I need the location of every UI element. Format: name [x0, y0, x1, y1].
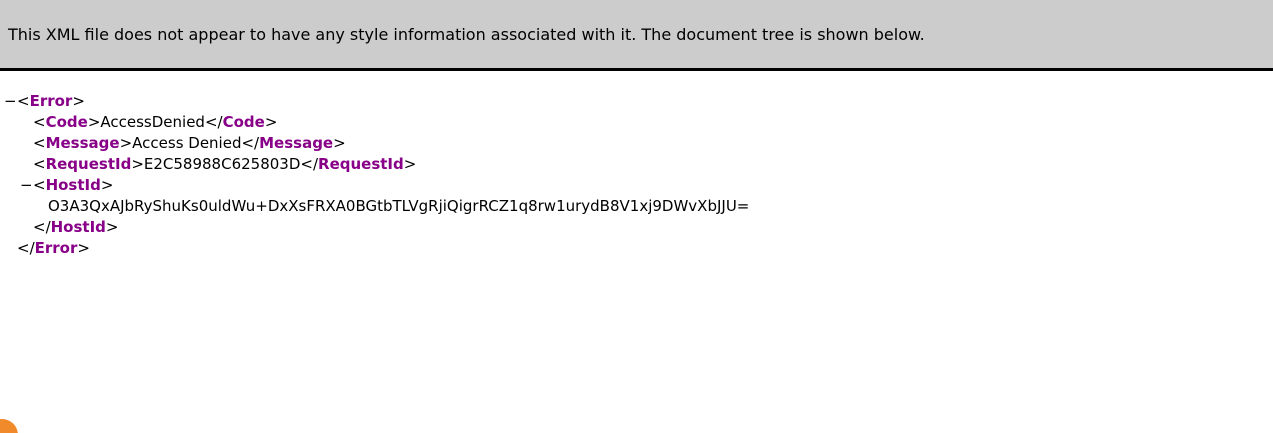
tag-name-code-close: Code	[222, 113, 265, 131]
floating-widget-icon[interactable]	[0, 419, 18, 433]
collapse-toggle-host-id[interactable]: −	[20, 175, 33, 196]
host-id-value: O3A3QxAJbRyShuKs0uldWu+DxXsFRXA0BGtbTLVg…	[48, 197, 750, 215]
request-id-value: E2C58988C625803D	[143, 155, 301, 173]
code-value: AccessDenied	[100, 113, 205, 131]
tag-name-error: Error	[29, 92, 73, 110]
tag-name-host-id-close: HostId	[50, 218, 106, 236]
tag-name-code: Code	[45, 113, 88, 131]
tag-name-request-id: RequestId	[45, 155, 132, 173]
collapse-toggle-error[interactable]: −	[4, 91, 17, 112]
message-value: Access Denied	[132, 134, 242, 152]
tag-name-message-close: Message	[259, 134, 334, 152]
banner-text: This XML file does not appear to have an…	[8, 24, 925, 44]
tag-name-error-close: Error	[34, 239, 78, 257]
xml-info-banner: This XML file does not appear to have an…	[0, 0, 1273, 71]
tag-name-request-id-close: RequestId	[318, 155, 404, 173]
tag-name-host-id: HostId	[45, 176, 101, 194]
tag-name-message: Message	[45, 134, 120, 152]
